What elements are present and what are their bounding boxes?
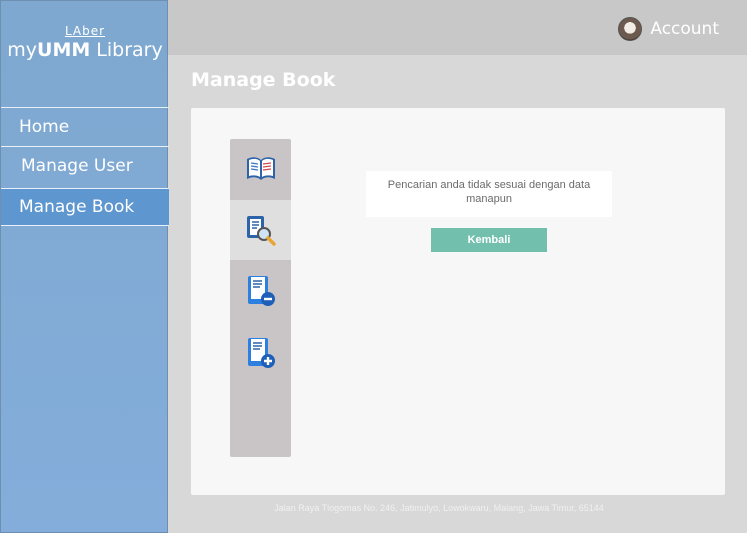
add-book-icon <box>247 338 275 368</box>
logo-main-text: myUMM Library <box>7 39 163 61</box>
add-book-tool[interactable] <box>230 323 291 383</box>
top-bar: Account <box>168 0 747 55</box>
search-book-tool[interactable] <box>230 200 291 260</box>
page-title: Manage Book <box>191 69 336 91</box>
remove-book-icon <box>247 276 275 306</box>
remove-book-tool[interactable] <box>230 261 291 321</box>
back-button[interactable]: Kembali <box>431 228 547 252</box>
footer-address: Jalan Raya Tlogomas No. 246, Jatimulyo, … <box>274 503 604 513</box>
open-book-tool[interactable] <box>230 139 291 199</box>
book-tools <box>230 139 291 457</box>
library-logo[interactable]: LAber myUMM Library <box>1 25 169 63</box>
open-book-icon <box>246 157 275 180</box>
sidebar-nav: Home Manage User Manage Book <box>1 107 169 226</box>
account-menu[interactable]: Account <box>618 17 719 41</box>
sidebar: LAber myUMM Library Home Manage User Man… <box>0 0 169 533</box>
account-label[interactable]: Account <box>650 19 719 39</box>
sidebar-item-manage-user[interactable]: Manage User <box>1 146 169 185</box>
avatar[interactable] <box>618 17 643 41</box>
sidebar-item-home[interactable]: Home <box>1 107 169 146</box>
logo-small-text: LAber <box>64 24 106 38</box>
search-book-icon <box>246 216 276 246</box>
sidebar-item-manage-book[interactable]: Manage Book <box>1 188 169 226</box>
search-result-message: Pencarian anda tidak sesuai dengan data … <box>366 171 612 217</box>
